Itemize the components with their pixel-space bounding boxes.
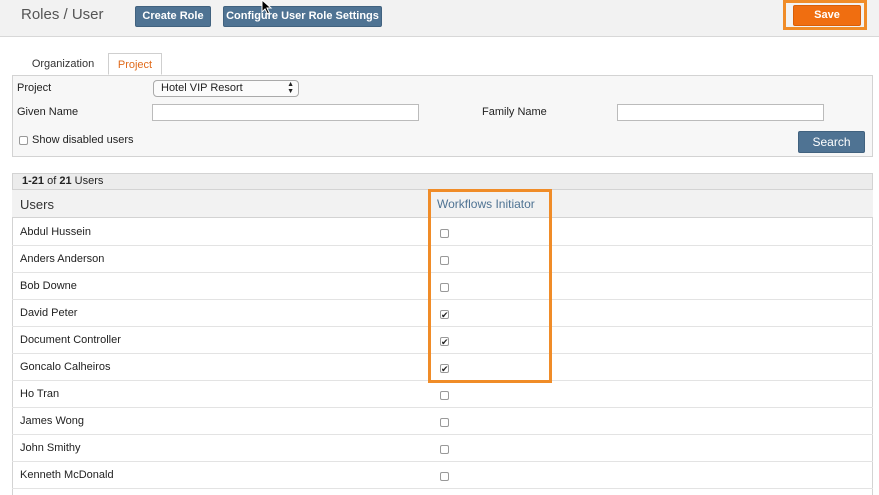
user-name: Anders Anderson bbox=[20, 253, 105, 265]
tab-project[interactable]: Project bbox=[108, 53, 162, 75]
user-name: Ho Tran bbox=[20, 388, 60, 400]
user-name: David Peter bbox=[20, 307, 78, 319]
user-name: James Wong bbox=[20, 415, 84, 427]
table-row: Ho Tran bbox=[12, 381, 873, 408]
workflows-initiator-checkbox[interactable] bbox=[440, 418, 449, 427]
project-select[interactable]: Hotel VIP Resort ▲ ▼ bbox=[153, 80, 299, 97]
workflows-initiator-highlight-box bbox=[428, 189, 552, 383]
count-range: 1-21 bbox=[22, 175, 45, 187]
table-row: Kenneth McDonald bbox=[12, 462, 873, 489]
save-button[interactable]: Save bbox=[793, 5, 861, 26]
user-name: Goncalo Calheiros bbox=[20, 361, 111, 373]
count-of: of bbox=[47, 175, 57, 187]
family-name-label: Family Name bbox=[482, 106, 547, 118]
top-toolbar: Roles / User Create Role Configure User … bbox=[0, 0, 879, 37]
show-disabled-label: Show disabled users bbox=[32, 134, 134, 146]
workflows-initiator-checkbox[interactable] bbox=[440, 472, 449, 481]
mouse-cursor-icon bbox=[261, 0, 273, 15]
project-select-value: Hotel VIP Resort bbox=[161, 82, 243, 94]
table-row: James Wong bbox=[12, 408, 873, 435]
table-row: John Smithy bbox=[12, 435, 873, 462]
workflows-initiator-checkbox[interactable] bbox=[440, 445, 449, 454]
count-unit: Users bbox=[74, 175, 104, 187]
user-name: Document Controller bbox=[20, 334, 121, 346]
user-name: John Smithy bbox=[20, 442, 81, 454]
show-disabled-checkbox[interactable] bbox=[19, 136, 28, 145]
select-arrows-icon: ▲ ▼ bbox=[287, 81, 294, 95]
user-name: Kenneth McDonald bbox=[20, 469, 114, 481]
workflows-initiator-checkbox[interactable] bbox=[440, 391, 449, 400]
given-name-input[interactable] bbox=[152, 104, 419, 121]
users-column-header: Users bbox=[20, 197, 54, 212]
search-button[interactable]: Search bbox=[798, 131, 865, 153]
given-name-label: Given Name bbox=[17, 106, 79, 118]
project-label: Project bbox=[17, 82, 52, 94]
tab-organization[interactable]: Organization bbox=[22, 53, 104, 75]
user-name: Abdul Hussein bbox=[20, 226, 91, 238]
results-count: 1-21 of 21 Users bbox=[12, 173, 873, 190]
count-total: 21 bbox=[59, 175, 72, 187]
family-name-input[interactable] bbox=[617, 104, 824, 121]
create-role-button[interactable]: Create Role bbox=[135, 6, 211, 27]
user-name: Bob Downe bbox=[20, 280, 77, 292]
configure-user-role-settings-button[interactable]: Configure User Role Settings bbox=[223, 6, 382, 27]
page-title: Roles / User bbox=[21, 6, 104, 23]
